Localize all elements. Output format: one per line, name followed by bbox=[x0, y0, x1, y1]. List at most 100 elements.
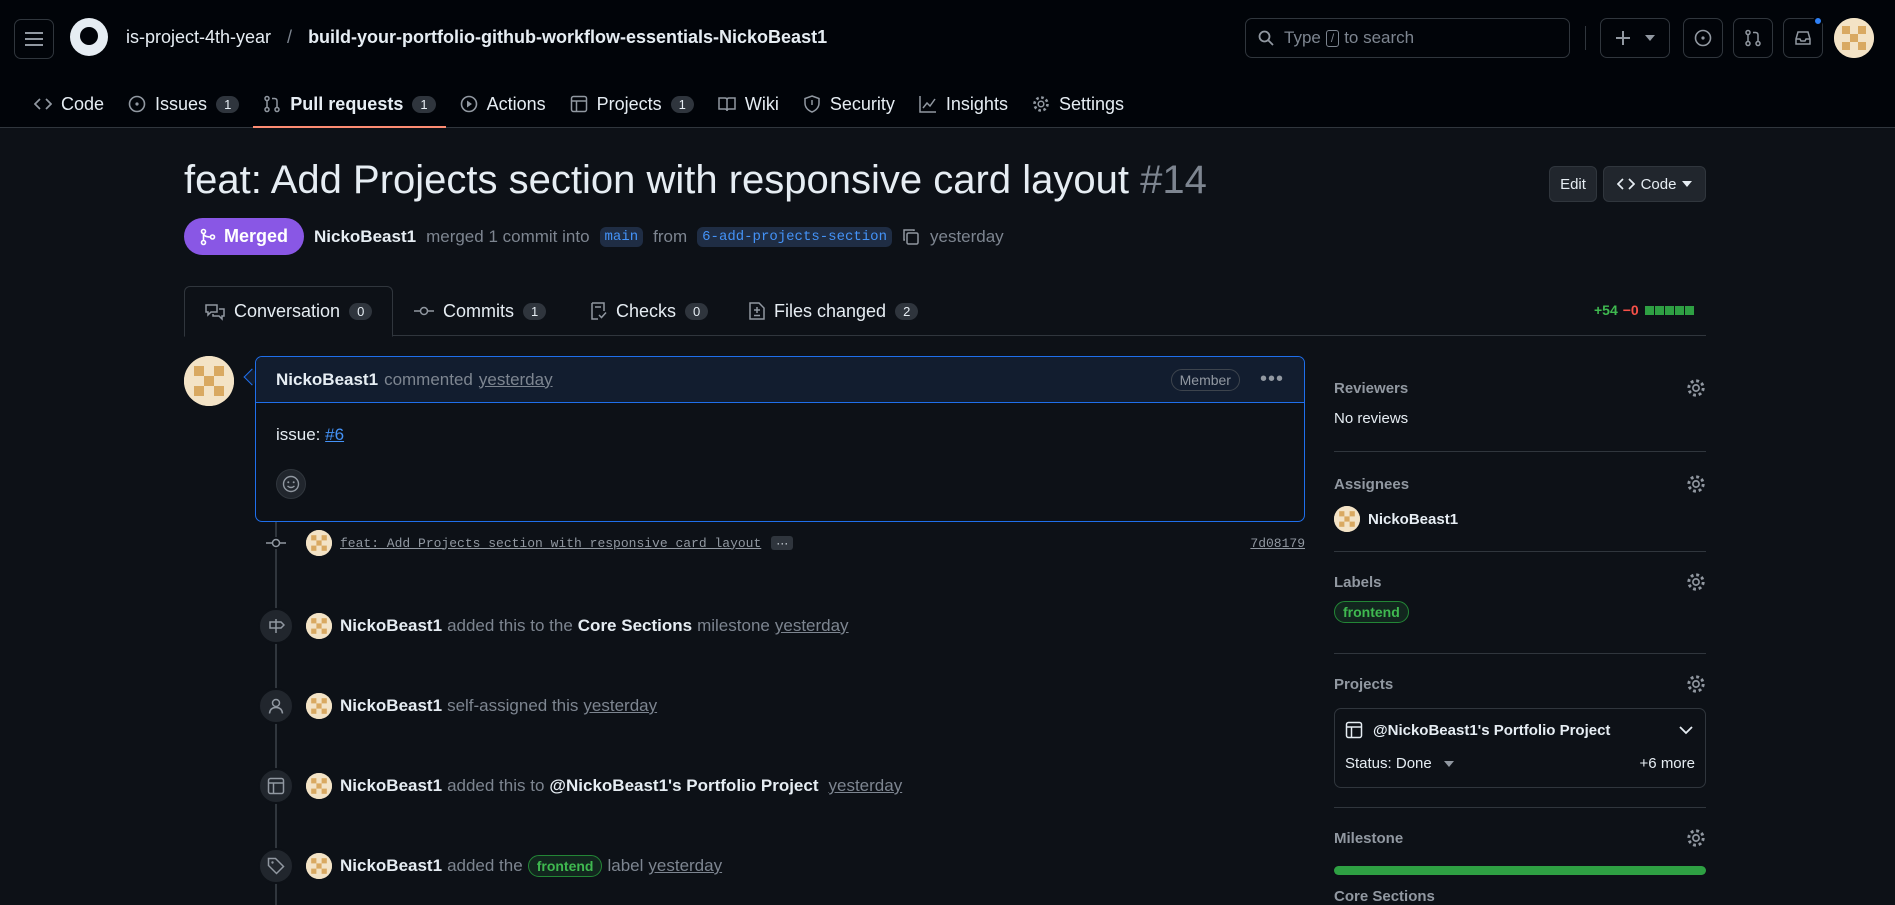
diffstat[interactable]: +54 −0 bbox=[1594, 302, 1694, 318]
gear-icon[interactable] bbox=[1686, 572, 1706, 592]
gear-icon[interactable] bbox=[1686, 674, 1706, 694]
tab-insights[interactable]: Insights bbox=[907, 80, 1020, 128]
tab-files-changed[interactable]: Files changed 2 bbox=[749, 286, 919, 336]
pr-author-link[interactable]: NickoBeast1 bbox=[314, 227, 416, 247]
reviewers-value: No reviews bbox=[1334, 410, 1409, 427]
status-label: Merged bbox=[224, 226, 289, 246]
pull-requests-button[interactable] bbox=[1733, 18, 1773, 58]
event-user[interactable]: NickoBeast1 bbox=[340, 856, 442, 876]
avatar[interactable] bbox=[306, 693, 332, 719]
project-title-row[interactable]: @NickoBeast1's Portfolio Project bbox=[1345, 721, 1610, 739]
search-input[interactable]: Type / to search bbox=[1245, 18, 1570, 58]
tab-label: Commits bbox=[443, 300, 514, 321]
event-target[interactable]: @NickoBeast1's Portfolio Project bbox=[549, 776, 818, 796]
search-placeholder-post: to search bbox=[1344, 28, 1415, 47]
tab-label: Wiki bbox=[744, 93, 779, 114]
milestone-icon bbox=[258, 608, 294, 644]
file-diff-icon bbox=[749, 302, 765, 320]
project-card: @NickoBeast1's Portfolio Project Status:… bbox=[1334, 708, 1706, 788]
project-status: Status: Done bbox=[1345, 755, 1432, 772]
menu-button[interactable] bbox=[14, 19, 54, 59]
breadcrumb: is-project-4th-year / build-your-portfol… bbox=[126, 27, 827, 48]
milestone-name[interactable]: Core Sections bbox=[1334, 888, 1706, 905]
avatar[interactable] bbox=[306, 773, 332, 799]
event-target[interactable]: Core Sections bbox=[578, 616, 692, 636]
tab-security[interactable]: Security bbox=[791, 80, 907, 128]
search-placeholder-pre: Type bbox=[1284, 28, 1321, 47]
avatar[interactable] bbox=[306, 530, 332, 556]
project-more-link[interactable]: +6 more bbox=[1640, 755, 1695, 772]
event-time[interactable]: yesterday bbox=[775, 616, 849, 636]
tab-count: 2 bbox=[895, 302, 919, 320]
assignee-item[interactable]: NickoBeast1 bbox=[1334, 506, 1706, 532]
github-logo-icon[interactable] bbox=[70, 18, 108, 56]
avatar[interactable] bbox=[306, 853, 332, 879]
commit-sha-link[interactable]: 7d08179 bbox=[1250, 536, 1305, 551]
sidebar-assignees: Assignees NickoBeast1 bbox=[1334, 474, 1706, 532]
event-time[interactable]: yesterday bbox=[648, 856, 722, 876]
chevron-down-icon[interactable] bbox=[1679, 726, 1693, 735]
event-suffix: milestone bbox=[697, 616, 770, 635]
comment-author-avatar[interactable] bbox=[184, 356, 234, 406]
code-dropdown-button[interactable]: Code bbox=[1603, 166, 1706, 202]
event-user[interactable]: NickoBeast1 bbox=[340, 776, 442, 796]
milestone-heading[interactable]: Milestone bbox=[1334, 828, 1706, 848]
assignees-heading[interactable]: Assignees bbox=[1334, 474, 1706, 494]
add-reaction-button[interactable] bbox=[276, 469, 306, 499]
commit-marker bbox=[258, 537, 294, 549]
base-branch[interactable]: main bbox=[599, 226, 644, 247]
sidebar-milestone: Milestone bbox=[1334, 828, 1706, 848]
page-title: feat: Add Projects section with responsi… bbox=[184, 158, 1207, 203]
kebab-menu-icon[interactable]: ••• bbox=[1260, 368, 1284, 391]
commit-message-link[interactable]: feat: Add Projects section with responsi… bbox=[340, 536, 761, 551]
projects-heading[interactable]: Projects bbox=[1334, 674, 1706, 694]
divider bbox=[1334, 807, 1706, 808]
expand-commit-button[interactable]: ··· bbox=[771, 536, 794, 550]
event-time[interactable]: yesterday bbox=[829, 776, 903, 796]
tab-label: Conversation bbox=[234, 301, 341, 321]
tab-settings[interactable]: Settings bbox=[1020, 80, 1136, 128]
labels-value: frontend bbox=[1334, 601, 1706, 623]
tab-wiki[interactable]: Wiki bbox=[706, 80, 791, 128]
tab-conversation[interactable]: Conversation 0 bbox=[184, 286, 394, 337]
label-badge[interactable]: frontend bbox=[527, 855, 603, 877]
reviewers-heading[interactable]: Reviewers bbox=[1334, 378, 1706, 398]
event-text: added this to bbox=[447, 776, 545, 795]
label-badge[interactable]: frontend bbox=[1334, 601, 1409, 623]
create-new-button[interactable] bbox=[1600, 18, 1670, 58]
issue-link[interactable]: #6 bbox=[325, 425, 344, 444]
hamburger-icon bbox=[25, 32, 43, 46]
gear-icon bbox=[1032, 95, 1050, 113]
avatar[interactable] bbox=[306, 613, 332, 639]
caret-down-icon bbox=[1645, 35, 1655, 41]
comment-author[interactable]: NickoBeast1 bbox=[276, 370, 378, 390]
event-user[interactable]: NickoBeast1 bbox=[340, 616, 442, 636]
labels-heading[interactable]: Labels bbox=[1334, 572, 1706, 592]
event-user[interactable]: NickoBeast1 bbox=[340, 696, 442, 716]
issues-button[interactable] bbox=[1683, 18, 1723, 58]
gear-icon[interactable] bbox=[1686, 828, 1706, 848]
tab-pull-requests[interactable]: Pull requests 1 bbox=[251, 80, 447, 128]
tab-projects[interactable]: Projects 1 bbox=[558, 80, 706, 128]
tab-actions[interactable]: Actions bbox=[448, 80, 558, 128]
comment-time[interactable]: yesterday bbox=[479, 370, 553, 390]
copy-icon[interactable] bbox=[902, 228, 920, 246]
head-branch[interactable]: 6-add-projects-section bbox=[697, 226, 892, 247]
milestone-title: Milestone bbox=[1334, 829, 1404, 847]
tab-checks[interactable]: Checks 0 bbox=[589, 286, 709, 336]
tab-commits[interactable]: Commits 1 bbox=[414, 286, 547, 336]
tab-label: Actions bbox=[486, 93, 546, 114]
plus-icon bbox=[1616, 31, 1630, 45]
gear-icon[interactable] bbox=[1686, 474, 1706, 494]
breadcrumb-repo-link[interactable]: build-your-portfolio-github-workflow-ess… bbox=[308, 27, 827, 48]
pr-time: yesterday bbox=[929, 226, 1004, 246]
breadcrumb-org-link[interactable]: is-project-4th-year bbox=[126, 27, 271, 48]
event-time[interactable]: yesterday bbox=[583, 696, 657, 716]
tab-label: Security bbox=[829, 93, 895, 114]
project-status-select[interactable]: Status: Done bbox=[1345, 755, 1454, 772]
tab-code[interactable]: Code bbox=[22, 80, 116, 128]
gear-icon[interactable] bbox=[1686, 378, 1706, 398]
tab-issues[interactable]: Issues 1 bbox=[116, 80, 251, 128]
user-avatar[interactable] bbox=[1834, 18, 1874, 58]
edit-button[interactable]: Edit bbox=[1549, 166, 1597, 202]
